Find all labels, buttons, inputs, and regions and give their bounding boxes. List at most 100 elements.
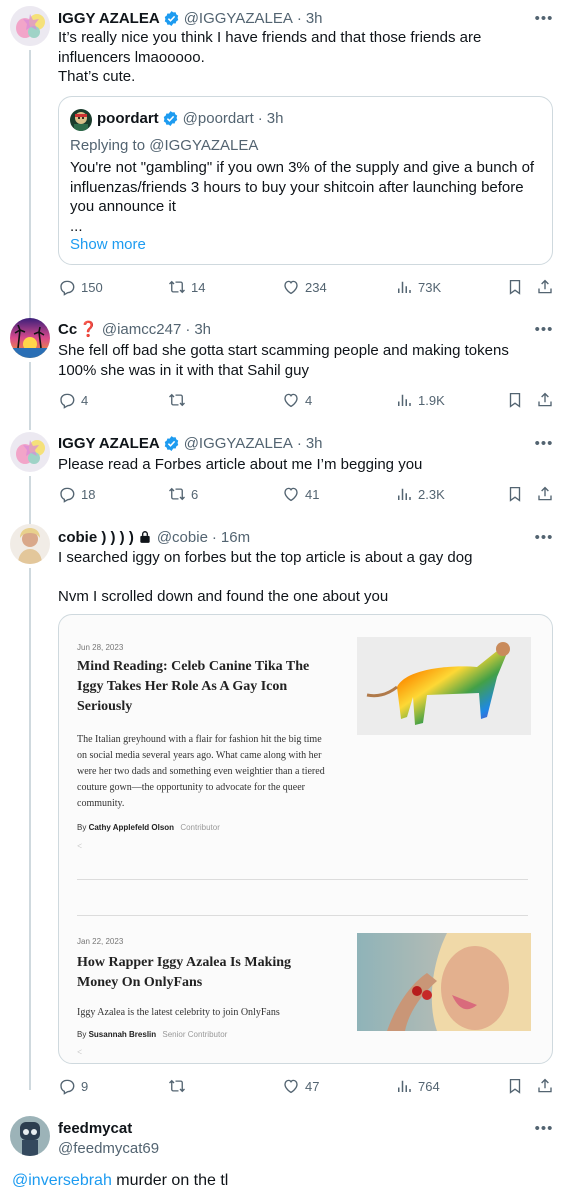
display-name[interactable]: IGGY AZALEA <box>58 435 160 452</box>
like-button[interactable]: 4 <box>282 390 312 410</box>
reply-button[interactable]: 150 <box>58 277 103 297</box>
timestamp[interactable]: 3h <box>306 435 323 452</box>
reply-button[interactable]: 4 <box>58 390 88 410</box>
view-count: 73K <box>418 279 442 295</box>
article-date: Jun 28, 2023 <box>77 643 124 652</box>
bookmark-icon <box>506 485 524 503</box>
more-icon[interactable]: ••• <box>534 527 554 547</box>
share-button[interactable] <box>536 277 554 297</box>
thread-line <box>29 50 31 320</box>
thread-line <box>29 568 31 1090</box>
handle[interactable]: @IGGYAZALEA <box>184 10 293 27</box>
reply-count: 9 <box>81 1078 89 1094</box>
lock-icon <box>140 531 150 543</box>
reply-button[interactable]: 9 <box>58 1076 88 1096</box>
retweet-button[interactable]: 6 <box>168 484 198 504</box>
more-icon[interactable]: ••• <box>534 433 554 453</box>
tweet-iggy-1: IGGY AZALEA @IGGYAZALEA · 3h ••• It’s re… <box>0 0 566 320</box>
bookmark-button[interactable] <box>506 1076 524 1096</box>
article-date: Jan 22, 2023 <box>77 937 124 946</box>
tweet-feedmycat: feedmycat @feedmycat69 ••• @inversebrah … <box>0 1116 566 1200</box>
tweet-text: It’s really nice you think I have friend… <box>58 29 482 85</box>
article-byline: By Cathy Applefeld Olson Contributor <box>77 823 220 832</box>
handle[interactable]: @feedmycat69 <box>58 1140 159 1157</box>
views-icon <box>395 278 413 296</box>
bookmark-button[interactable] <box>506 277 524 297</box>
handle[interactable]: @cobie <box>157 529 208 546</box>
reply-count: 150 <box>81 279 103 295</box>
avatar[interactable] <box>10 318 50 358</box>
bookmark-button[interactable] <box>506 390 524 410</box>
article-description: Iggy Azalea is the latest celebrity to j… <box>77 1007 280 1018</box>
show-more-link[interactable]: Show more <box>70 236 146 253</box>
views-button[interactable]: 2.3K <box>395 484 445 504</box>
name-emoji: ❓ <box>79 321 98 338</box>
reply-icon <box>58 391 76 409</box>
tweet-text: I searched iggy on forbes but the top ar… <box>58 549 473 605</box>
tweet-actions: 4 4 1.9K <box>58 390 558 410</box>
separator-dot: · <box>211 528 217 546</box>
mention-link[interactable]: @inversebrah <box>12 1172 112 1189</box>
tweet-text: @inversebrah murder on the tl <box>12 1171 552 1191</box>
retweet-button[interactable] <box>168 1076 191 1096</box>
avatar[interactable] <box>10 6 50 46</box>
more-icon[interactable]: ••• <box>534 1118 554 1138</box>
like-button[interactable]: 234 <box>282 277 327 297</box>
share-button[interactable] <box>536 1076 554 1096</box>
reply-icon <box>58 278 76 296</box>
avatar[interactable] <box>10 1116 50 1156</box>
display-name: poordart <box>97 110 159 127</box>
share-icon <box>536 391 554 409</box>
retweet-button[interactable]: 14 <box>168 277 205 297</box>
share-icon <box>536 1077 554 1095</box>
tweet-iggy-2: IGGY AZALEA @IGGYAZALEA · 3h ••• Please … <box>0 432 566 524</box>
views-button[interactable]: 1.9K <box>395 390 445 410</box>
reply-icon <box>58 485 76 503</box>
retweet-icon <box>168 391 186 409</box>
tweet-header: Cc ❓ @iamcc247 · 3h <box>58 319 526 339</box>
like-button[interactable]: 47 <box>282 1076 319 1096</box>
quoted-tweet[interactable]: poordart @poordart · 3h Replying to @IGG… <box>58 96 553 265</box>
heart-icon <box>282 278 300 296</box>
author-role: Contributor <box>180 823 220 832</box>
display-name[interactable]: IGGY AZALEA <box>58 10 160 27</box>
timestamp[interactable]: 16m <box>221 529 250 546</box>
share-button[interactable] <box>536 390 554 410</box>
retweet-count: 6 <box>191 486 199 502</box>
share-button[interactable] <box>536 484 554 504</box>
display-name[interactable]: Cc <box>58 321 77 338</box>
tweet-header: IGGY AZALEA @IGGYAZALEA · 3h <box>58 433 526 453</box>
handle[interactable]: @iamcc247 <box>102 321 181 338</box>
tweet-header: IGGY AZALEA @IGGYAZALEA · 3h <box>58 8 526 28</box>
views-button[interactable]: 73K <box>395 277 441 297</box>
like-button[interactable]: 41 <box>282 484 319 504</box>
tweet-header: feedmycat <box>58 1118 526 1138</box>
handle[interactable]: @IGGYAZALEA <box>184 435 293 452</box>
more-icon[interactable]: ••• <box>534 319 554 339</box>
thread-line <box>29 476 31 524</box>
heart-icon <box>282 1077 300 1095</box>
display-name[interactable]: cobie ) ) ) ) <box>58 529 134 546</box>
retweet-button[interactable] <box>168 390 191 410</box>
timestamp: 3h <box>266 110 284 127</box>
views-button[interactable]: 764 <box>395 1076 440 1096</box>
article-author: Susannah Breslin <box>88 1030 157 1039</box>
separator-dot: · <box>296 9 302 27</box>
view-count: 1.9K <box>418 392 445 408</box>
bookmark-icon <box>506 391 524 409</box>
attached-image-forbes[interactable]: Jun 28, 2023 Mind Reading: Celeb Canine … <box>58 614 553 1064</box>
timestamp[interactable]: 3h <box>194 321 211 338</box>
avatar[interactable] <box>10 432 50 472</box>
display-name[interactable]: feedmycat <box>58 1120 132 1137</box>
heart-icon <box>282 485 300 503</box>
reply-icon <box>58 1077 76 1095</box>
timestamp[interactable]: 3h <box>306 10 323 27</box>
byline-prefix: By <box>77 823 87 832</box>
author-role: Senior Contributor <box>162 1030 228 1039</box>
tweet-actions: 9 47 764 <box>58 1076 558 1096</box>
more-icon[interactable]: ••• <box>534 8 554 28</box>
reply-button[interactable]: 18 <box>58 484 95 504</box>
avatar[interactable] <box>10 524 50 564</box>
retweet-icon <box>168 1077 186 1095</box>
bookmark-button[interactable] <box>506 484 524 504</box>
